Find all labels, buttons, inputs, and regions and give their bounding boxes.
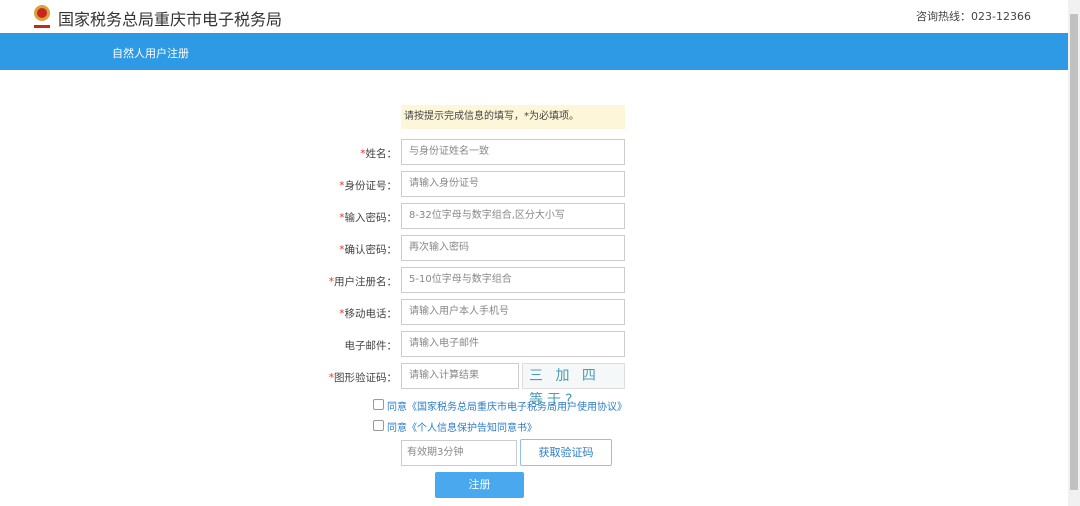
agree-privacy-checkbox[interactable] xyxy=(373,420,384,431)
header: 国家税务总局重庆市电子税务局 咨询热线：023-12366 xyxy=(0,0,1068,33)
username-input[interactable]: 5-10位字母与数字组合 xyxy=(401,267,625,293)
password-label: *输入密码： xyxy=(339,210,397,225)
captcha-input[interactable]: 请输入计算结果 xyxy=(401,363,519,389)
form-row-confirm-password: *确认密码： 再次输入密码 xyxy=(300,235,630,261)
confirm-password-label: *确认密码： xyxy=(339,242,397,257)
username-label: *用户注册名： xyxy=(329,274,397,289)
site-title: 国家税务总局重庆市电子税务局 xyxy=(58,10,283,29)
password-input[interactable]: 8-32位字母与数字组合,区分大小写 xyxy=(401,203,625,229)
form-row-password: *输入密码： 8-32位字母与数字组合,区分大小写 xyxy=(300,203,630,229)
captcha-label: *图形验证码： xyxy=(329,370,397,385)
name-label: *姓名： xyxy=(360,146,397,161)
nav-title: 自然人用户注册 xyxy=(112,47,189,60)
email-input[interactable]: 请输入电子邮件 xyxy=(401,331,625,357)
nav-bar: 自然人用户注册 xyxy=(0,33,1068,70)
form-row-mobile: *移动电话： 请输入用户本人手机号 xyxy=(300,299,630,325)
agree-privacy-link[interactable]: 同意《个人信息保护告知同意书》 xyxy=(387,419,537,434)
scrollbar-thumb[interactable] xyxy=(1070,14,1078,490)
tax-emblem-icon xyxy=(34,5,50,28)
form-row-name: *姓名： 与身份证姓名一致 xyxy=(300,139,630,165)
mobile-label: *移动电话： xyxy=(339,306,397,321)
id-number-input[interactable]: 请输入身份证号 xyxy=(401,171,625,197)
register-button[interactable]: 注册 xyxy=(435,472,524,498)
mobile-input[interactable]: 请输入用户本人手机号 xyxy=(401,299,625,325)
form-row-email: 电子邮件： 请输入电子邮件 xyxy=(300,331,630,357)
id-number-label: *身份证号： xyxy=(339,178,397,193)
form-row-username: *用户注册名： 5-10位字母与数字组合 xyxy=(300,267,630,293)
captcha-image[interactable]: 三 加 四 等于? xyxy=(522,363,625,408)
form-row-captcha: *图形验证码： 请输入计算结果 三 加 四 等于? xyxy=(300,363,630,408)
agree-terms-checkbox[interactable] xyxy=(373,399,384,410)
label-text: 确认密码： xyxy=(344,244,398,256)
label-text: 姓名： xyxy=(365,148,398,160)
label-text: 用户注册名： xyxy=(334,276,397,288)
label-text: 输入密码： xyxy=(344,212,398,224)
label-text: 图形验证码： xyxy=(334,372,397,384)
notice: 请按提示完成信息的填写，*为必填项。 xyxy=(401,105,625,129)
form-row-id-number: *身份证号： 请输入身份证号 xyxy=(300,171,630,197)
label-text: 电子邮件： xyxy=(344,340,398,352)
confirm-password-input[interactable]: 再次输入密码 xyxy=(401,235,625,261)
name-input[interactable]: 与身份证姓名一致 xyxy=(401,139,625,165)
sms-code-input[interactable]: 有效期3分钟 xyxy=(401,440,517,466)
label-text: 移动电话： xyxy=(344,308,398,320)
agree-terms-link[interactable]: 同意《国家税务总局重庆市电子税务局用户使用协议》 xyxy=(387,398,627,413)
get-sms-code-button[interactable]: 获取验证码 xyxy=(520,439,612,466)
email-label: 电子邮件： xyxy=(345,338,398,353)
hotline: 咨询热线：023-12366 xyxy=(916,10,1031,23)
label-text: 身份证号： xyxy=(344,180,398,192)
